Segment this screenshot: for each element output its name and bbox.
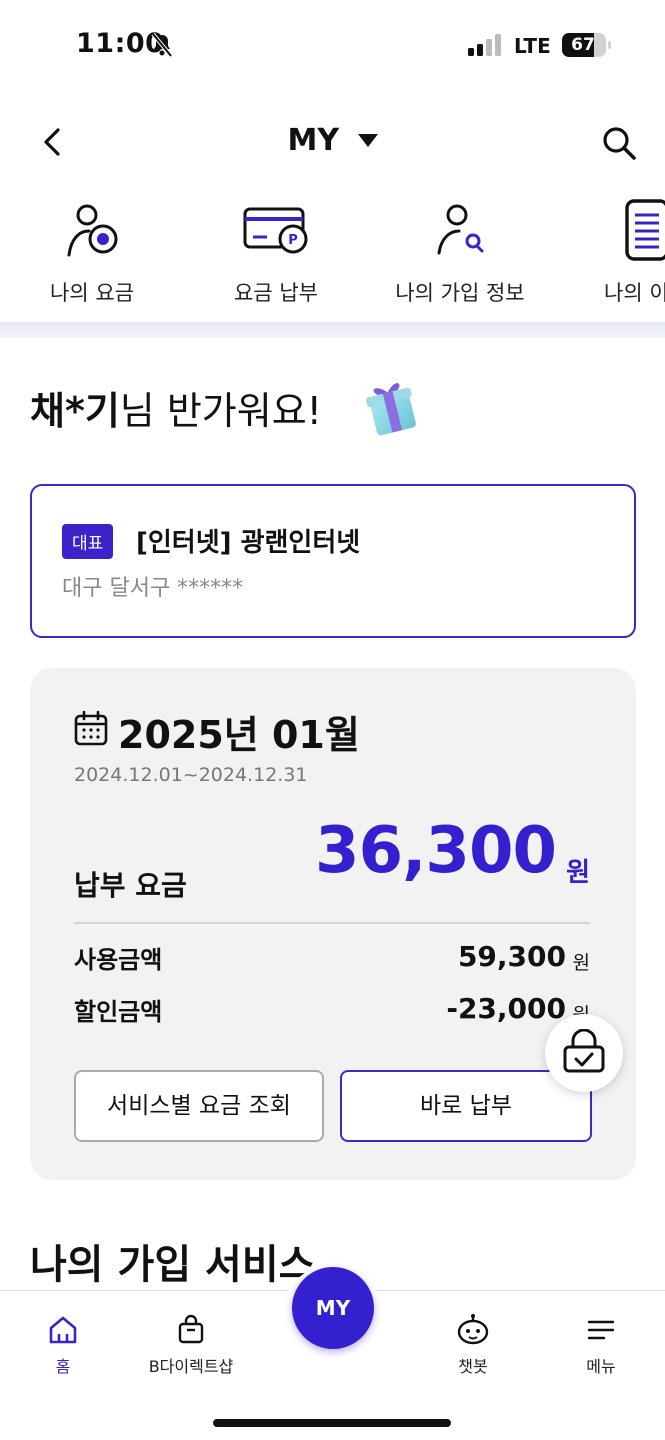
account-service-title: [인터넷] 광랜인터넷 <box>136 528 361 558</box>
svg-text:P: P <box>288 233 298 248</box>
user-search-icon <box>437 204 484 255</box>
nav-chatbot-label: 챗봇 <box>458 1357 488 1376</box>
bottom-navigation: 홈 B다이렉트샵 MY 챗봇 메뉴 <box>0 1265 665 1440</box>
quick-menu: 나의 요금 P 요금 납부 나의 가입 정보 나의 이용 <box>0 195 665 325</box>
greeting-message: 님 반가워요! <box>119 389 322 433</box>
pay-now-button[interactable]: 바로 납부 <box>340 1070 592 1142</box>
home-icon <box>49 1316 77 1344</box>
nav-menu[interactable]: 메뉴 <box>546 1313 656 1377</box>
account-address: 대구 달서구 ****** <box>62 576 244 601</box>
nav-direct-shop[interactable]: B다이렉트샵 <box>136 1313 246 1377</box>
search-icon[interactable] <box>600 124 638 162</box>
quick-menu-label: 요금 납부 <box>234 281 318 305</box>
discount-amount-label: 할인금액 <box>74 998 163 1026</box>
usage-amount: 59,300 <box>457 940 566 973</box>
quick-menu-my-usage[interactable]: 나의 이용 <box>556 195 665 307</box>
greeting: 채*기님 반가워요! <box>30 380 322 435</box>
nav-home-label: 홈 <box>55 1357 71 1376</box>
user-fee-icon <box>67 204 118 257</box>
battery-level: 67 <box>571 35 595 55</box>
quick-menu-label: 나의 가입 정보 <box>395 281 525 305</box>
page-title: MY <box>287 123 340 158</box>
quick-menu-subscription-info[interactable]: 나의 가입 정보 <box>370 195 550 307</box>
status-bar: 11:00 LTE 67 <box>0 0 665 90</box>
page-title-dropdown[interactable]: MY <box>0 122 665 158</box>
my-services-section-title: 나의 가입 서비스 <box>30 1242 316 1288</box>
quick-menu-pay-fee[interactable]: P 요금 납부 <box>186 195 366 307</box>
privacy-lock-button[interactable] <box>545 1014 623 1092</box>
quick-menu-my-fee[interactable]: 나의 요금 <box>2 195 182 307</box>
bill-period: 2024.12.01~2024.12.31 <box>74 764 308 786</box>
usage-amount-label: 사용금액 <box>74 946 163 974</box>
app-header: MY <box>0 108 665 178</box>
caret-down-icon <box>357 133 378 147</box>
nav-direct-shop-label: B다이렉트샵 <box>148 1357 234 1376</box>
card-payment-icon: P <box>243 207 308 254</box>
user-name: 채*기 <box>30 389 120 433</box>
bell-muted-icon <box>151 32 173 58</box>
representative-account-card[interactable]: 대표 [인터넷] 광랜인터넷 대구 달서구 ****** <box>30 484 636 638</box>
section-divider <box>0 322 665 338</box>
discount-amount: -23,000 <box>446 992 566 1025</box>
chatbot-icon <box>457 1314 489 1345</box>
nav-my-button[interactable]: MY <box>292 1267 374 1349</box>
calendar-icon <box>74 710 108 746</box>
service-fee-lookup-button[interactable]: 서비스별 요금 조회 <box>74 1070 324 1142</box>
pay-amount: 36,300 <box>315 814 557 888</box>
home-indicator <box>213 1419 451 1427</box>
menu-icon <box>587 1320 615 1340</box>
nav-home[interactable]: 홈 <box>8 1313 118 1377</box>
document-list-icon <box>625 199 665 261</box>
shopping-bag-icon <box>178 1314 204 1344</box>
bill-month[interactable]: 2025년 01월 <box>118 704 360 759</box>
lock-check-icon <box>563 1029 605 1073</box>
network-label: LTE <box>514 34 551 58</box>
nav-menu-label: 메뉴 <box>586 1357 616 1376</box>
usage-amount-unit: 원 <box>572 952 590 974</box>
signal-icon <box>468 34 501 56</box>
gift-icon <box>365 383 416 436</box>
quick-menu-label: 나의 이용 <box>604 281 665 305</box>
pay-amount-unit: 원 <box>566 858 590 888</box>
nav-chatbot[interactable]: 챗봇 <box>418 1313 528 1377</box>
bill-divider <box>74 922 590 924</box>
quick-menu-label: 나의 요금 <box>50 281 134 305</box>
bill-summary-card: 2025년 01월 2024.12.01~2024.12.31 납부 요금 36… <box>30 668 636 1180</box>
representative-badge: 대표 <box>62 524 114 559</box>
pay-amount-label: 납부 요금 <box>74 869 187 902</box>
